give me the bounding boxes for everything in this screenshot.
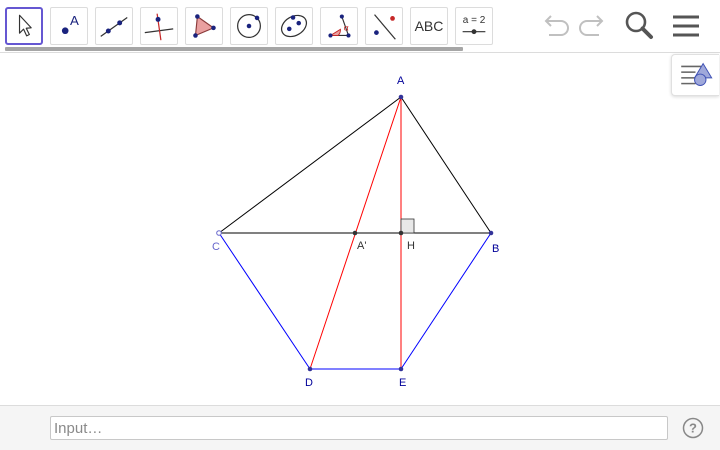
point-a-prime[interactable]: [352, 230, 358, 236]
point-d[interactable]: [307, 366, 313, 372]
svg-text:?: ?: [689, 421, 697, 436]
point-icon: A: [61, 13, 79, 35]
toolbar: A α ABC a = 2: [0, 0, 720, 52]
text-tool-label: ABC: [414, 18, 444, 34]
line-tool-button[interactable]: [95, 7, 133, 45]
undo-icon: [544, 15, 569, 36]
label-a: A: [397, 75, 405, 87]
polygon-tool-button[interactable]: [185, 7, 223, 45]
point-c[interactable]: [216, 230, 222, 236]
segment-cd[interactable]: [218, 232, 311, 370]
input-bar: ?: [0, 405, 720, 450]
label-d: D: [305, 377, 313, 389]
undo-button[interactable]: [537, 8, 573, 44]
slider-icon: [462, 29, 486, 35]
reflect-about-line-icon: [374, 14, 396, 40]
angle-tool-button[interactable]: α: [320, 7, 358, 45]
toolbar-scrollbar[interactable]: [5, 47, 463, 51]
slider-tool-button[interactable]: a = 2: [455, 7, 493, 45]
perpendicular-line-icon: [144, 13, 174, 41]
redo-button[interactable]: [575, 8, 611, 44]
right-angle-marker: [400, 218, 415, 234]
main-menu-button[interactable]: [668, 8, 704, 44]
move-tool-button[interactable]: [5, 7, 43, 45]
label-h: H: [407, 240, 415, 252]
point-a[interactable]: [398, 94, 404, 100]
svg-text:α: α: [344, 23, 349, 33]
algebra-input-field[interactable]: [50, 416, 668, 440]
label-c: C: [212, 241, 220, 253]
label-e: E: [399, 377, 406, 389]
segment-ca[interactable]: [218, 96, 402, 234]
point-h[interactable]: [398, 230, 404, 236]
graphics-view[interactable]: A B C D E H A': [0, 53, 720, 405]
ellipse-tool-button[interactable]: [275, 7, 313, 45]
input-help-button[interactable]: ?: [682, 417, 704, 439]
reflect-tool-button[interactable]: [365, 7, 403, 45]
search-button[interactable]: [621, 8, 657, 44]
menu-icon: [673, 15, 699, 37]
ellipse-icon: [280, 14, 308, 38]
svg-text:A: A: [70, 13, 79, 28]
redo-icon: [579, 15, 604, 36]
circle-tool-button[interactable]: [230, 7, 268, 45]
label-a-prime: A': [357, 240, 366, 252]
search-icon: [625, 11, 653, 39]
label-b: B: [492, 243, 499, 255]
text-tool-button[interactable]: ABC: [410, 7, 448, 45]
perpendicular-line-tool-button[interactable]: [140, 7, 178, 45]
line-through-points-icon: [100, 16, 128, 37]
polygon-icon: [193, 14, 216, 38]
angle-icon: α: [328, 14, 351, 38]
cursor-arrow-icon: [18, 14, 32, 37]
point-e[interactable]: [398, 366, 404, 372]
circle-with-center-icon: [237, 14, 261, 38]
style-bar-toggle-button[interactable]: [671, 54, 719, 96]
segment-ab[interactable]: [400, 96, 492, 234]
geometry-construction[interactable]: A B C D E H A': [0, 53, 720, 405]
point-tool-button[interactable]: A: [50, 7, 88, 45]
point-b[interactable]: [488, 230, 494, 236]
style-bar-icon: [681, 62, 713, 86]
help-icon: ?: [682, 417, 704, 439]
segment-eb[interactable]: [400, 232, 492, 370]
